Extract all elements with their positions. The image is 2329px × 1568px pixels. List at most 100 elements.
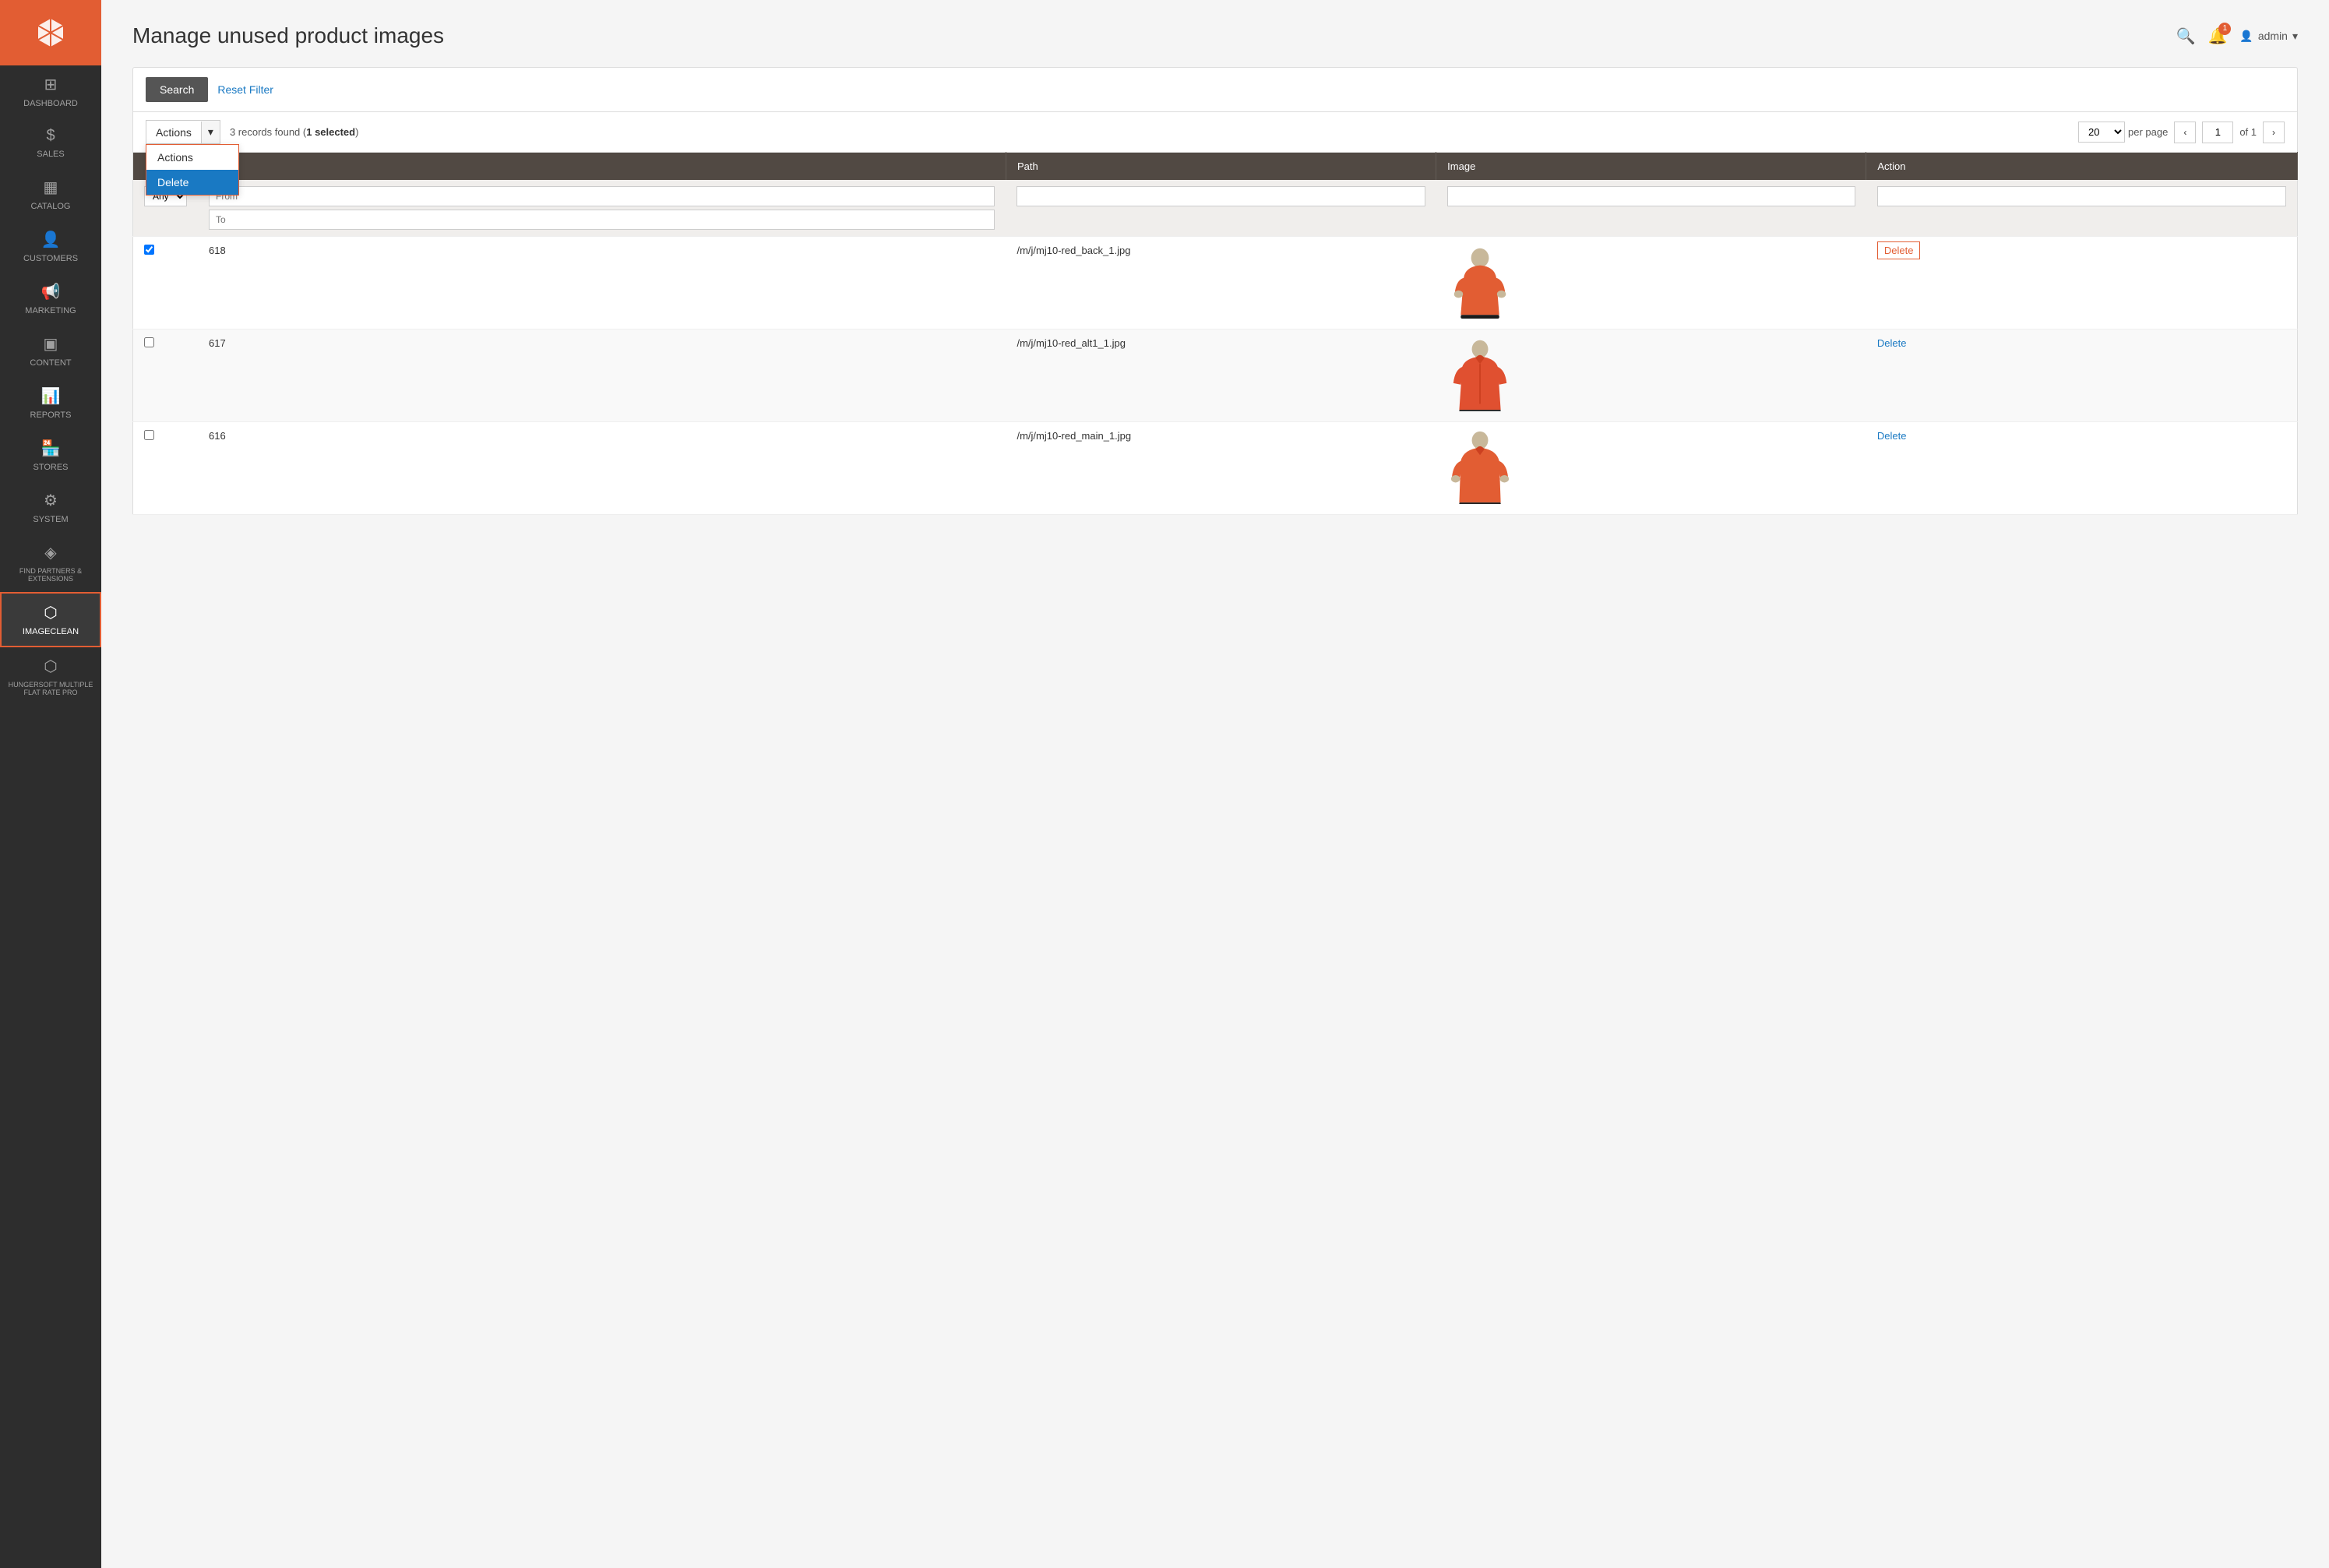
delete-link-616[interactable]: Delete xyxy=(1877,430,1907,442)
cell-image-617 xyxy=(1436,329,1866,422)
records-found: 3 records found (1 selected) xyxy=(230,126,359,138)
filter-image[interactable] xyxy=(1447,186,1855,206)
actions-button[interactable]: Actions ▾ xyxy=(146,120,220,144)
actions-menu-delete[interactable]: Delete xyxy=(146,170,238,195)
dashboard-icon: ⊞ xyxy=(44,75,58,94)
cell-id-617: 617 xyxy=(198,329,1006,422)
sidebar-item-label: SYSTEM xyxy=(33,515,68,524)
user-icon: 👤 xyxy=(2239,30,2253,43)
sidebar-item-label: CONTENT xyxy=(30,358,71,368)
cell-action-616: Delete xyxy=(1866,422,2298,515)
sidebar-item-label: STORES xyxy=(33,463,68,472)
row-checkbox-617[interactable] xyxy=(144,337,154,347)
reset-filter-button[interactable]: Reset Filter xyxy=(217,83,273,96)
per-page-select: 20 50 100 per page xyxy=(2078,122,2168,143)
cell-path-618: /m/j/mj10-red_back_1.jpg xyxy=(1006,237,1436,329)
col-header-image: Image xyxy=(1436,153,1866,181)
per-page-dropdown[interactable]: 20 50 100 xyxy=(2078,122,2125,143)
filter-id-to[interactable] xyxy=(209,210,995,230)
sidebar-logo[interactable] xyxy=(0,0,101,65)
sidebar-item-find-partners[interactable]: ◈ FIND PARTNERS & EXTENSIONS xyxy=(0,534,101,592)
col-header-action: Action xyxy=(1866,153,2298,181)
sidebar-item-label: IMAGECLEAN xyxy=(23,627,79,636)
actions-arrow-icon: ▾ xyxy=(202,121,220,143)
catalog-icon: ▦ xyxy=(44,178,58,197)
actions-dropdown[interactable]: Actions ▾ Actions Delete xyxy=(146,120,220,144)
sidebar-item-catalog[interactable]: ▦ CATALOG xyxy=(0,168,101,220)
filter-cell-image xyxy=(1436,180,1866,237)
sidebar-item-label: SALES xyxy=(37,150,64,159)
table-header-row: ID ▲ Path Image Action xyxy=(133,153,2298,181)
stores-icon: 🏪 xyxy=(41,439,61,458)
actions-menu: Actions Delete xyxy=(146,144,239,196)
data-table: ID ▲ Path Image Action Any xyxy=(132,152,2298,515)
page-number-input[interactable] xyxy=(2202,122,2233,143)
search-button[interactable]: Search xyxy=(146,77,208,102)
sidebar-item-label: FIND PARTNERS & EXTENSIONS xyxy=(5,567,97,583)
sidebar-item-imageclean[interactable]: ⬡ IMAGECLEAN xyxy=(0,592,101,647)
sidebar-item-system[interactable]: ⚙ SYSTEM xyxy=(0,481,101,534)
admin-user-menu[interactable]: 👤 admin ▾ xyxy=(2239,30,2298,43)
sales-icon: $ xyxy=(46,127,55,145)
marketing-icon: 📢 xyxy=(41,282,61,301)
col-header-path: Path xyxy=(1006,153,1436,181)
sidebar-item-label: REPORTS xyxy=(30,410,72,420)
sidebar-item-dashboard[interactable]: ⊞ DASHBOARD xyxy=(0,65,101,118)
table-row: 617 /m/j/mj10-red_alt1_1.jpg xyxy=(133,329,2298,422)
sidebar-item-customers[interactable]: 👤 CUSTOMERS xyxy=(0,220,101,273)
find-partners-icon: ◈ xyxy=(44,543,56,562)
admin-label: admin xyxy=(2258,30,2288,42)
cell-id-616: 616 xyxy=(198,422,1006,515)
cell-image-618 xyxy=(1436,237,1866,329)
per-page-label: per page xyxy=(2128,126,2168,138)
filter-cell-path xyxy=(1006,180,1436,237)
filter-path[interactable] xyxy=(1017,186,1425,206)
row-checkbox-616[interactable] xyxy=(144,430,154,440)
sidebar: ⊞ DASHBOARD $ SALES ▦ CATALOG 👤 CUSTOMER… xyxy=(0,0,101,1568)
cell-path-616: /m/j/mj10-red_main_1.jpg xyxy=(1006,422,1436,515)
notification-bell[interactable]: 🔔 1 xyxy=(2207,26,2227,46)
cell-checkbox xyxy=(133,237,199,329)
system-icon: ⚙ xyxy=(44,491,58,510)
sidebar-item-marketing[interactable]: 📢 MARKETING xyxy=(0,273,101,325)
content-icon: ▣ xyxy=(44,334,58,354)
actions-label: Actions xyxy=(146,122,202,143)
cell-id-618: 618 xyxy=(198,237,1006,329)
table-row: 618 /m/j/mj10-red_back_1.jpg xyxy=(133,237,2298,329)
toolbar: Search Reset Filter xyxy=(132,67,2298,111)
prev-page-button[interactable]: ‹ xyxy=(2174,122,2196,143)
cell-checkbox xyxy=(133,422,199,515)
sidebar-item-stores[interactable]: 🏪 STORES xyxy=(0,429,101,481)
filter-cell-id xyxy=(198,180,1006,237)
sidebar-item-hungersoft[interactable]: ⬡ HUNGERSOFT MULTIPLE FLAT RATE PRO xyxy=(0,647,101,706)
pagination: 20 50 100 per page ‹ of 1 › xyxy=(2078,122,2285,143)
cell-action-617: Delete xyxy=(1866,329,2298,422)
row-checkbox-618[interactable] xyxy=(144,245,154,255)
customers-icon: 👤 xyxy=(41,230,61,249)
col-header-id[interactable]: ID ▲ xyxy=(198,153,1006,181)
delete-link-617[interactable]: Delete xyxy=(1877,337,1907,349)
sidebar-item-label: CATALOG xyxy=(31,202,71,211)
search-icon[interactable]: 🔍 xyxy=(2176,26,2196,46)
next-page-button[interactable]: › xyxy=(2263,122,2285,143)
grid-controls: Actions ▾ Actions Delete 3 records found… xyxy=(132,111,2298,152)
delete-link-618[interactable]: Delete xyxy=(1877,241,1921,259)
main-content: Manage unused product images 🔍 🔔 1 👤 adm… xyxy=(101,0,2329,1568)
filter-id-from[interactable] xyxy=(209,186,995,206)
sidebar-item-reports[interactable]: 📊 REPORTS xyxy=(0,377,101,429)
product-image-618 xyxy=(1447,245,1513,319)
sidebar-item-sales[interactable]: $ SALES xyxy=(0,118,101,168)
sidebar-item-content[interactable]: ▣ CONTENT xyxy=(0,325,101,377)
cell-action-618: Delete xyxy=(1866,237,2298,329)
cell-checkbox xyxy=(133,329,199,422)
reports-icon: 📊 xyxy=(41,386,61,406)
product-image-616 xyxy=(1447,430,1513,504)
chevron-down-icon: ▾ xyxy=(2292,30,2298,43)
page-header: Manage unused product images 🔍 🔔 1 👤 adm… xyxy=(132,23,2298,48)
filter-action[interactable] xyxy=(1877,186,2286,206)
header-actions: 🔍 🔔 1 👤 admin ▾ xyxy=(2176,26,2298,46)
sidebar-item-label: MARKETING xyxy=(25,306,76,315)
filter-cell-action xyxy=(1866,180,2298,237)
imageclean-icon: ⬡ xyxy=(44,603,57,622)
notification-badge: 1 xyxy=(2218,23,2231,35)
